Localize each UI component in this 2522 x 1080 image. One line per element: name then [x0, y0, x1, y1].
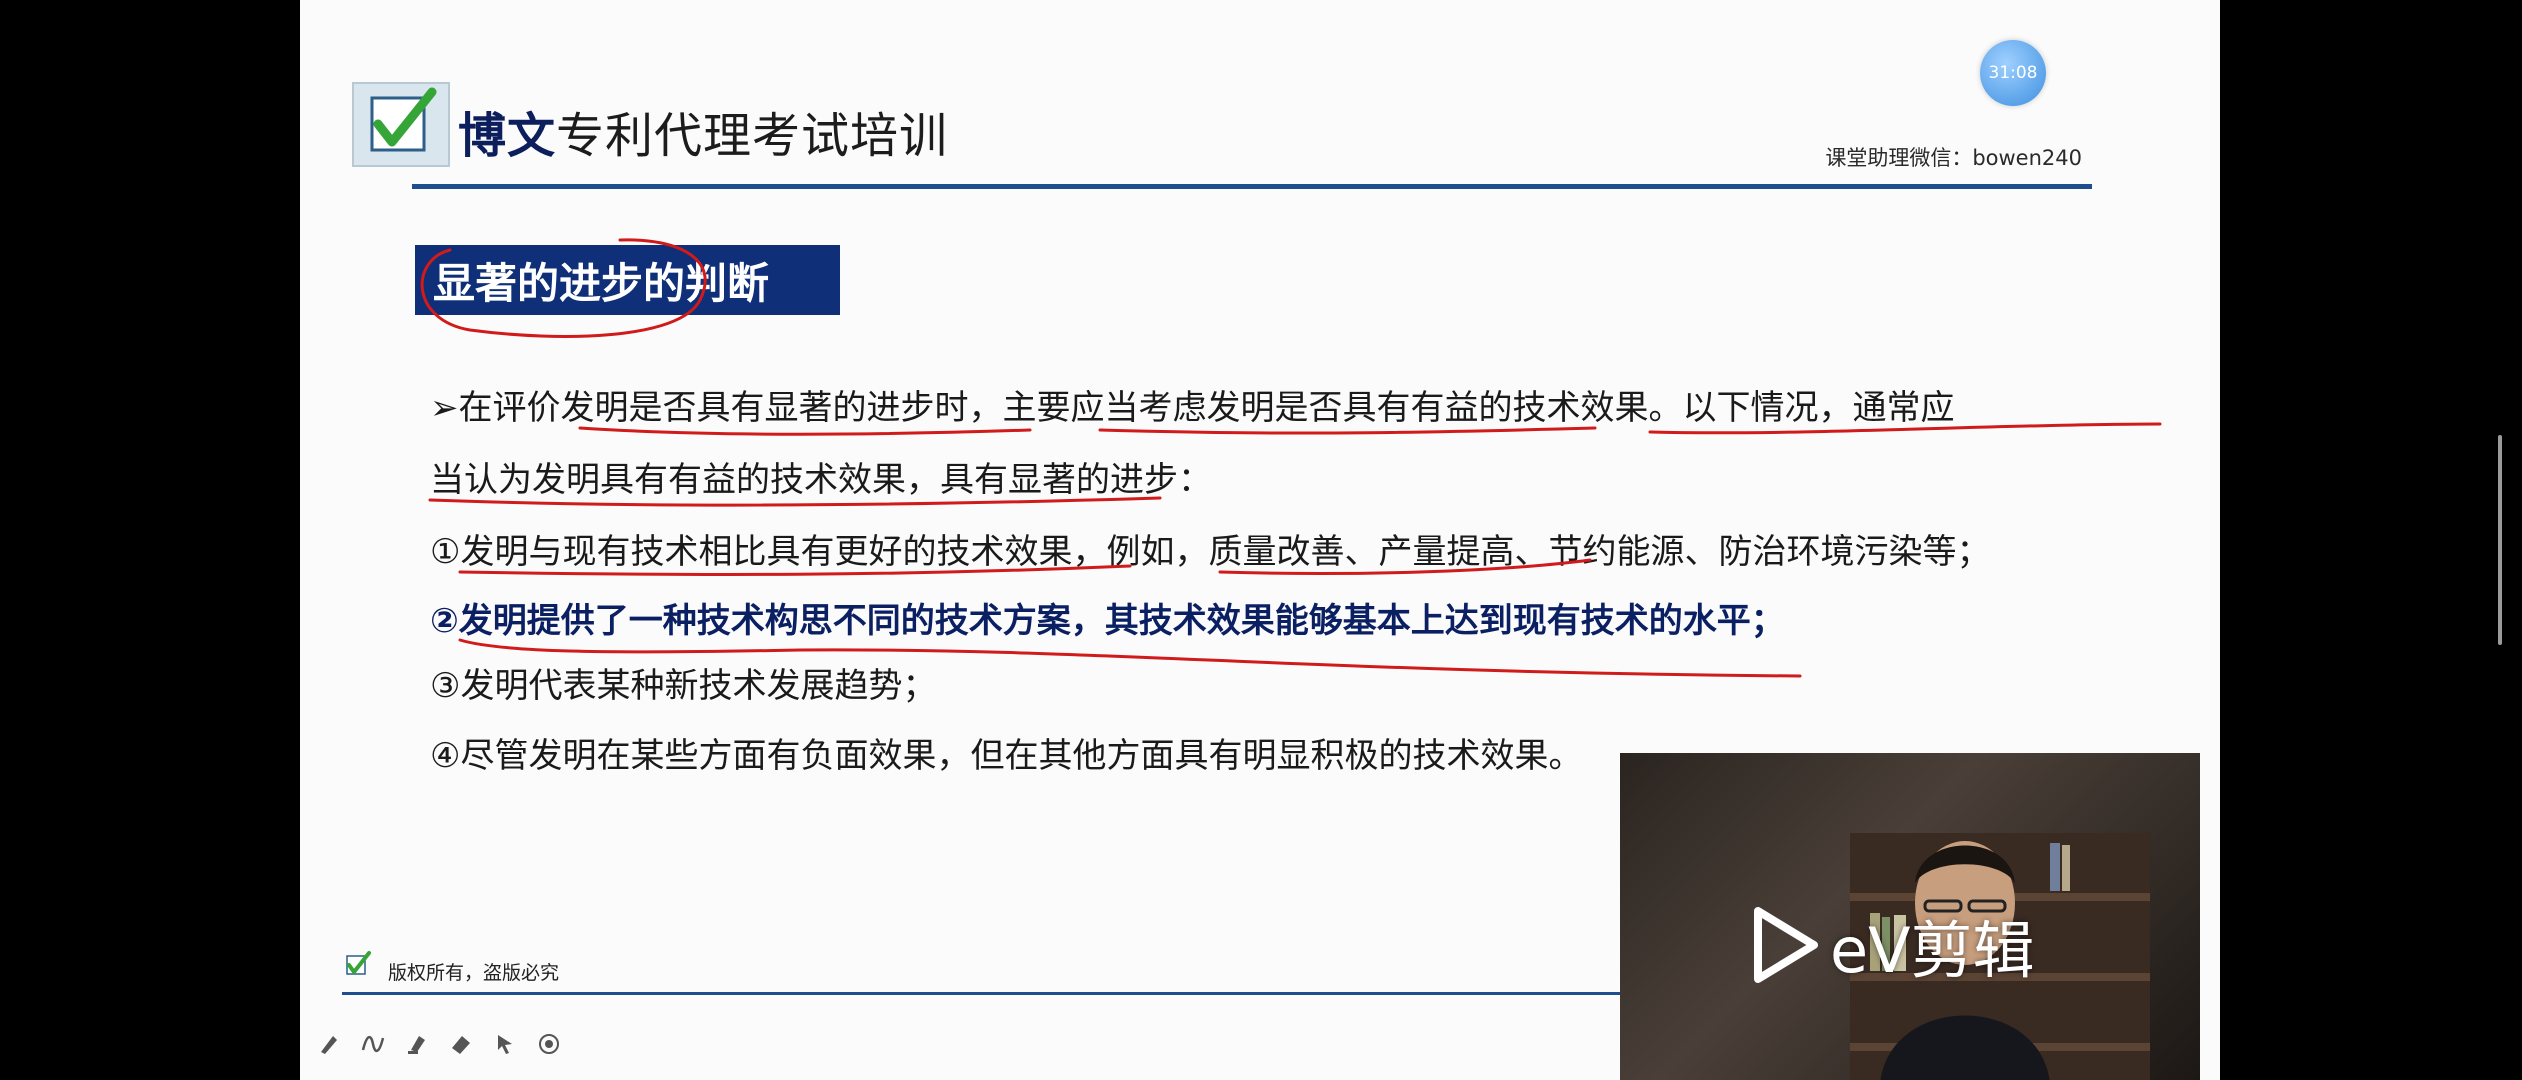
eraser-icon[interactable]: [447, 1030, 475, 1058]
header-divider: [412, 184, 2092, 189]
pointer-icon[interactable]: [491, 1030, 519, 1058]
content-line-3: ①发明与现有技术相比具有更好的技术效果，例如，质量改善、产量提高、节约能源、防治…: [430, 532, 1991, 572]
content-line-4: ②发明提供了一种技术构思不同的技术方案，其技术效果能够基本上达到现有技术的水平；: [430, 601, 1785, 641]
assistant-wechat: 课堂助理微信：bowen240: [1825, 146, 2082, 170]
logo: [352, 82, 450, 167]
checkmark-icon: [370, 87, 437, 152]
annotation-toolbar: [315, 1030, 563, 1058]
brand-name: 博文: [458, 108, 557, 164]
pen-icon[interactable]: [315, 1030, 343, 1058]
timer-badge[interactable]: 31:08: [1980, 40, 2046, 106]
brand-subtitle: 专利代理考试培训: [556, 108, 949, 164]
section-heading: 显著的进步的判断: [415, 245, 840, 315]
editor-watermark: eV剪辑: [1750, 900, 2035, 990]
watermark-text: eV剪辑: [1830, 914, 2035, 987]
curve-icon[interactable]: [359, 1030, 387, 1058]
highlighter-icon[interactable]: [403, 1030, 431, 1058]
brand-title: 博文专利代理考试培训: [458, 96, 948, 166]
copyright-notice: 版权所有，盗版必究: [388, 962, 560, 984]
checkmark-icon: [346, 951, 371, 975]
record-icon[interactable]: [535, 1030, 563, 1058]
scrollbar[interactable]: [2498, 435, 2502, 645]
content-line-5: ③发明代表某种新技术发展趋势；: [430, 666, 937, 706]
content-line-2: 当认为发明具有有益的技术效果，具有显著的进步：: [430, 460, 1212, 500]
play-icon: [1754, 907, 1818, 983]
content-line-1: ➢在评价发明是否具有显著的进步时，主要应当考虑发明是否具有有益的技术效果。以下情…: [430, 388, 1955, 428]
content-line-6: ④尽管发明在某些方面有负面效果，但在其他方面具有明显积极的技术效果。: [430, 736, 1583, 776]
